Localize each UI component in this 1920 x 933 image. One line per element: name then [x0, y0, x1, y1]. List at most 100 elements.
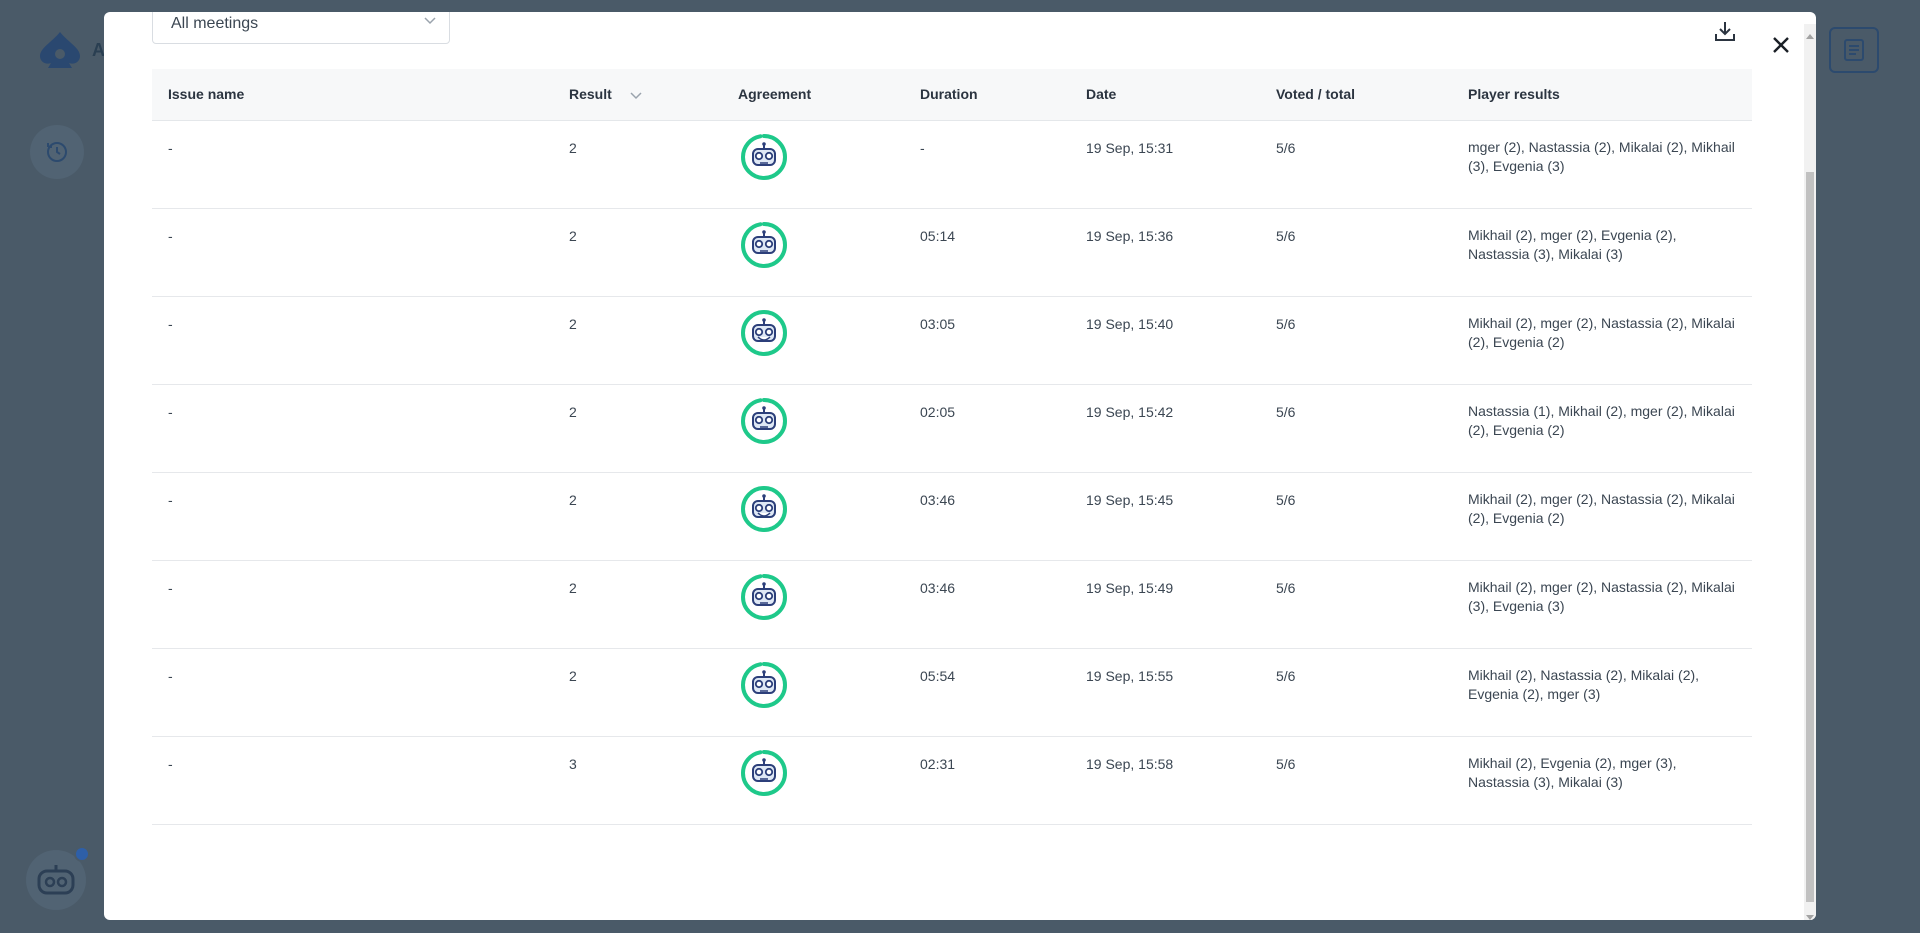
meeting-filter-value: All meetings	[171, 15, 259, 32]
duration-cell: 02:05	[920, 403, 956, 420]
duration-cell: 03:46	[920, 579, 956, 596]
result-cell: 2	[569, 403, 577, 420]
download-icon	[1715, 22, 1735, 41]
date-cell: 19 Sep, 15:36	[1086, 227, 1174, 244]
agreement-bot-icon	[740, 309, 788, 357]
agreement-cell	[722, 648, 904, 736]
table-header-row: Issue name Result Agreement Duration Dat…	[152, 69, 1752, 120]
agreement-bot-icon	[740, 221, 788, 269]
date-cell: 19 Sep, 15:58	[1086, 755, 1174, 772]
issue-name-cell: -	[168, 227, 173, 244]
table-row: - 2 - 19 Sep, 15:31 5/6 mger (2), Nastassia (…	[152, 120, 1752, 208]
date-cell: 19 Sep, 15:40	[1086, 315, 1174, 332]
agreement-cell	[722, 296, 904, 384]
table-row: - 2 05:54 19 Sep, 15:55 5/6 Mikhail (2), Nast…	[152, 648, 1752, 736]
meetings-history-modal: All meetings Issue name Result Agreement	[104, 12, 1816, 920]
close-button[interactable]	[1766, 30, 1796, 60]
voted-total-cell: 5/6	[1276, 227, 1296, 244]
voted-total-cell: 5/6	[1276, 667, 1296, 684]
duration-cell: 05:14	[920, 227, 956, 244]
bot-icon	[37, 865, 75, 895]
issue-name-cell: -	[168, 755, 173, 772]
issue-name-cell: -	[168, 139, 173, 156]
column-header-player-results: Player results	[1468, 86, 1560, 103]
result-cell: 2	[569, 667, 577, 684]
column-header-duration: Duration	[920, 86, 978, 103]
duration-cell: 05:54	[920, 667, 956, 684]
date-cell: 19 Sep, 15:49	[1086, 579, 1174, 596]
agreement-bot-icon	[740, 485, 788, 533]
notification-dot	[74, 846, 90, 862]
meeting-filter-select[interactable]: All meetings	[152, 12, 450, 44]
issue-name-cell: -	[168, 315, 173, 332]
voted-total-cell: 5/6	[1276, 579, 1296, 596]
agreement-bot-icon	[740, 397, 788, 445]
voted-total-cell: 5/6	[1276, 139, 1296, 156]
chevron-down-icon	[423, 13, 437, 31]
notes-button[interactable]	[1829, 27, 1879, 73]
issue-name-cell: -	[168, 403, 173, 420]
player-results-cell: mger (2), Nastassia (2), Mikalai (2), Mi…	[1468, 138, 1735, 174]
sort-chevron-icon[interactable]	[630, 87, 642, 103]
close-icon	[1773, 37, 1789, 53]
table-row: - 2 03:46 19 Sep, 15:49 5/6 Mikhail (2), mger…	[152, 560, 1752, 648]
scroll-up-arrow-icon[interactable]	[1806, 26, 1814, 39]
voted-total-cell: 5/6	[1276, 755, 1296, 772]
result-cell: 2	[569, 139, 577, 156]
date-cell: 19 Sep, 15:31	[1086, 139, 1174, 156]
agreement-bot-icon	[740, 573, 788, 621]
results-table: Issue name Result Agreement Duration Dat…	[152, 69, 1752, 825]
notes-icon	[1844, 39, 1864, 61]
duration-cell: -	[920, 139, 925, 156]
result-cell: 2	[569, 315, 577, 332]
date-cell: 19 Sep, 15:45	[1086, 491, 1174, 508]
result-cell: 3	[569, 755, 577, 772]
player-results-cell: Mikhail (2), mger (2), Nastassia (2), Mi…	[1468, 578, 1735, 614]
agreement-cell	[722, 208, 904, 296]
scrollbar-thumb[interactable]	[1806, 172, 1814, 902]
results-table-container: Issue name Result Agreement Duration Dat…	[152, 69, 1752, 825]
player-results-cell: Mikhail (2), Nastassia (2), Mikalai (2),…	[1468, 666, 1700, 702]
agreement-bot-icon	[740, 133, 788, 181]
history-icon	[47, 142, 67, 162]
issue-name-cell: -	[168, 491, 173, 508]
agreement-cell	[722, 736, 904, 824]
duration-cell: 03:46	[920, 491, 956, 508]
scroll-down-arrow-icon[interactable]	[1806, 908, 1814, 920]
agreement-cell	[722, 120, 904, 208]
agreement-cell	[722, 560, 904, 648]
table-row: - 2 03:46 19 Sep, 15:45 5/6 Mikhail (2), mger…	[152, 472, 1752, 560]
player-results-cell: Nastassia (1), Mikhail (2), mger (2), Mi…	[1468, 402, 1735, 438]
player-results-cell: Mikhail (2), Evgenia (2), mger (3), Nast…	[1468, 754, 1677, 790]
table-row: - 2 02:05 19 Sep, 15:42 5/6 Nastassia (1), Mi…	[152, 384, 1752, 472]
result-cell: 2	[569, 579, 577, 596]
history-button[interactable]	[30, 125, 84, 179]
player-results-cell: Mikhail (2), mger (2), Evgenia (2), Nast…	[1468, 226, 1677, 262]
result-cell: 2	[569, 227, 577, 244]
result-cell: 2	[569, 491, 577, 508]
issue-name-cell: -	[168, 667, 173, 684]
issue-name-cell: -	[168, 579, 173, 596]
agreement-cell	[722, 472, 904, 560]
table-row: - 3 02:31 19 Sep, 15:58 5/6 Mikhail (2), Evge…	[152, 736, 1752, 824]
column-header-date: Date	[1086, 86, 1117, 103]
voted-total-cell: 5/6	[1276, 403, 1296, 420]
table-row: - 2 05:14 19 Sep, 15:36 5/6 Mikhail (2), mger…	[152, 208, 1752, 296]
voted-total-cell: 5/6	[1276, 491, 1296, 508]
agreement-cell	[722, 384, 904, 472]
spade-logo-icon[interactable]	[38, 30, 82, 70]
download-button[interactable]	[1710, 16, 1740, 46]
table-row: - 2 03:05 19 Sep, 15:40 5/6 Mikhail (2), mger…	[152, 296, 1752, 384]
column-header-agreement: Agreement	[738, 86, 812, 103]
voted-total-cell: 5/6	[1276, 315, 1296, 332]
player-results-cell: Mikhail (2), mger (2), Nastassia (2), Mi…	[1468, 490, 1735, 526]
column-header-result[interactable]: Result	[544, 69, 722, 120]
date-cell: 19 Sep, 15:42	[1086, 403, 1174, 420]
column-header-voted-total: Voted / total	[1276, 86, 1356, 103]
agreement-bot-icon	[740, 749, 788, 797]
modal-scrollbar[interactable]	[1804, 24, 1816, 920]
agreement-bot-icon	[740, 661, 788, 709]
duration-cell: 02:31	[920, 755, 956, 772]
date-cell: 19 Sep, 15:55	[1086, 667, 1174, 684]
player-results-cell: Mikhail (2), mger (2), Nastassia (2), Mi…	[1468, 314, 1735, 350]
